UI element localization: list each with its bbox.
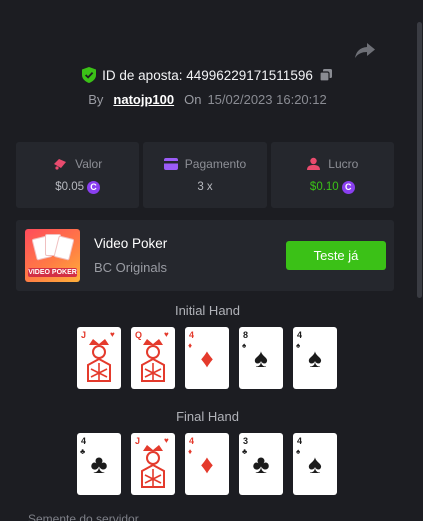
on-label: On	[184, 92, 202, 107]
try-now-button[interactable]: Teste já	[286, 241, 386, 270]
card-suit-icon: ♠	[308, 343, 322, 373]
card-rank: 4	[81, 436, 87, 446]
card-rank: 4	[297, 330, 303, 340]
card-suit-icon: ♥	[164, 436, 169, 445]
playing-card: 4 ♣ ♣	[77, 433, 121, 495]
playing-card: 4 ♠ ♠	[293, 433, 337, 495]
playing-card: 4 ♠ ♠	[293, 327, 337, 389]
playing-card: J ♥	[77, 327, 121, 389]
stat-label: Pagamento	[184, 157, 247, 171]
playing-card: J ♥	[131, 433, 175, 495]
thumbnail-label: VIDEO POKER	[28, 268, 77, 277]
playing-card: Q ♥	[131, 327, 175, 389]
card-suit-icon: ♦	[200, 449, 214, 479]
share-icon[interactable]	[354, 40, 376, 60]
playing-card: 4 ♦ ♦	[185, 433, 229, 495]
card-suit-icon: ♣	[252, 449, 270, 479]
card-rank: 4	[189, 436, 195, 446]
verified-shield-icon	[82, 67, 97, 83]
server-seed-label: Semente do servidor	[28, 512, 139, 521]
bet-author-row: By natojp100 On 15/02/2023 16:20:12	[0, 92, 415, 107]
card-rank: 3	[243, 436, 249, 446]
card-suit-icon: ♥	[110, 330, 115, 339]
face-card-illustration-icon	[141, 445, 165, 488]
bet-details-panel: ID de aposta: 44996229171511596 By natoj…	[0, 0, 423, 521]
playing-card: 4 ♦ ♦	[185, 327, 229, 389]
payout-card-icon	[163, 158, 178, 170]
stat-value: 3 x	[197, 181, 213, 193]
game-card: VIDEO POKER Video Poker BC Originals Tes…	[16, 220, 394, 291]
final-hand-title: Final Hand	[176, 409, 239, 424]
stat-value: $0.05	[55, 181, 85, 193]
scrollbar-thumb[interactable]	[417, 22, 422, 298]
coin-icon: C	[87, 180, 101, 194]
bet-amount-icon	[54, 159, 67, 170]
initial-hand: J ♥ Q ♥ 4 ♦ ♦ 8 ♠ ♠ 4 ♠ ♠	[77, 327, 337, 389]
by-label: By	[88, 92, 104, 107]
card-suit-icon: ♠	[308, 449, 322, 479]
face-card-illustration-icon	[87, 339, 111, 382]
final-hand: 4 ♣ ♣ J ♥ 4 ♦ ♦ 3 ♣ ♣ 4 ♠ ♠	[77, 433, 337, 495]
playing-card: 3 ♣ ♣	[239, 433, 283, 495]
game-provider: BC Originals	[94, 260, 167, 275]
card-suit-icon: ♣	[90, 449, 108, 479]
card-suit-icon: ♠	[254, 343, 268, 373]
card-rank: 4	[297, 436, 303, 446]
coin-icon: C	[341, 180, 355, 194]
card-suit-icon: ♥	[164, 330, 169, 339]
copy-icon[interactable]	[319, 68, 333, 82]
card-rank: 4	[189, 330, 195, 340]
stat-value: $0.10	[309, 181, 339, 193]
stat-payout: Pagamento 3 x	[143, 142, 267, 208]
stat-label: Lucro	[328, 156, 359, 171]
stat-profit: Lucro $0.10 C	[270, 142, 394, 208]
face-card-illustration-icon	[141, 339, 165, 382]
card-suit-icon: ♦	[200, 343, 214, 373]
bet-id-row: ID de aposta: 44996229171511596	[0, 67, 415, 83]
username-link[interactable]: natojp100	[113, 92, 174, 107]
bet-stats: Valor $0.05 C Pagamento 3 x Lucro $0.10 …	[16, 142, 394, 208]
bet-datetime: 15/02/2023 16:20:12	[207, 92, 327, 107]
stat-bet-amount: Valor $0.05 C	[16, 142, 140, 208]
game-thumbnail[interactable]: VIDEO POKER	[25, 229, 80, 282]
playing-card: 8 ♠ ♠	[239, 327, 283, 389]
initial-hand-title: Initial Hand	[174, 303, 241, 318]
card-rank: 8	[243, 330, 249, 340]
bet-id-text: ID de aposta: 44996229171511596	[102, 67, 313, 83]
stat-label: Valor	[75, 156, 103, 171]
profit-icon	[307, 157, 321, 170]
game-name: Video Poker	[94, 236, 168, 251]
scrollbar-track[interactable]	[416, 0, 423, 521]
